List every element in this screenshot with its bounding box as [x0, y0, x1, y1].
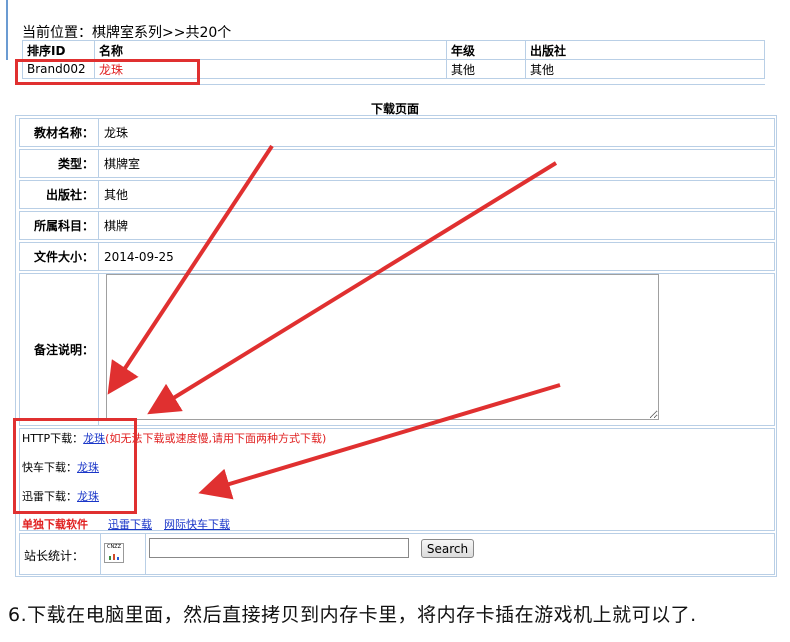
cnzz-icon-text: CNZZ [106, 544, 122, 550]
field-value: 棋牌 [104, 219, 129, 233]
http-download-warning: (如无法下载或速度慢,请用下面两种方式下载) [105, 432, 327, 445]
stats-divider [145, 533, 146, 575]
field-value: 棋牌室 [104, 157, 141, 171]
col-header-id: 排序ID [22, 40, 95, 60]
cell-grade: 其他 [446, 59, 526, 79]
highlight-box-row [15, 59, 200, 85]
software-label: 单独下载软件 [22, 518, 88, 531]
field-row-subject: 所属科目： 棋牌 [19, 211, 775, 240]
field-label: 备注说明： [20, 274, 99, 425]
field-row-title: 教材名称： 龙珠 [19, 118, 775, 147]
col-header-publisher: 出版社 [525, 40, 765, 60]
search-button[interactable]: Search [421, 539, 474, 558]
note-textarea[interactable] [106, 274, 659, 420]
field-label: 教材名称： [20, 119, 99, 146]
field-value: 龙珠 [104, 126, 129, 140]
field-row-publisher: 出版社： 其他 [19, 180, 775, 209]
col-header-name: 名称 [94, 40, 447, 60]
instruction-caption: 6.下载在电脑里面，然后直接拷贝到内存卡里，将内存卡插在游戏机上就可以了. [8, 604, 697, 626]
field-label: 文件大小： [20, 243, 99, 270]
cell-publisher: 其他 [525, 59, 765, 79]
search-input[interactable] [149, 538, 409, 558]
field-row-type: 类型： 棋牌室 [19, 149, 775, 178]
kuaiche-software-link[interactable]: 网际快车下载 [164, 516, 230, 532]
field-value: 2014-09-25 [104, 249, 174, 264]
bar-chart-icon [109, 554, 119, 560]
stats-divider [100, 533, 101, 575]
field-value: 其他 [104, 188, 129, 202]
highlight-box-downloads [13, 418, 137, 514]
field-label: 出版社： [20, 181, 99, 208]
cnzz-stats-icon[interactable]: CNZZ [104, 543, 124, 563]
field-label: 所属科目： [20, 212, 99, 239]
field-row-size: 文件大小： 2014-09-25 [19, 242, 775, 271]
xunlei-software-link[interactable]: 迅雷下载 [108, 516, 152, 532]
breadcrumb: 当前位置：棋牌室系列>>共20个 [22, 25, 232, 41]
table-header-row: 排序ID 名称 年级 出版社 [22, 40, 765, 60]
col-header-grade: 年级 [446, 40, 526, 60]
stats-label: 站长统计： [24, 549, 85, 563]
left-accent-bar [6, 0, 8, 60]
field-label: 类型： [20, 150, 99, 177]
